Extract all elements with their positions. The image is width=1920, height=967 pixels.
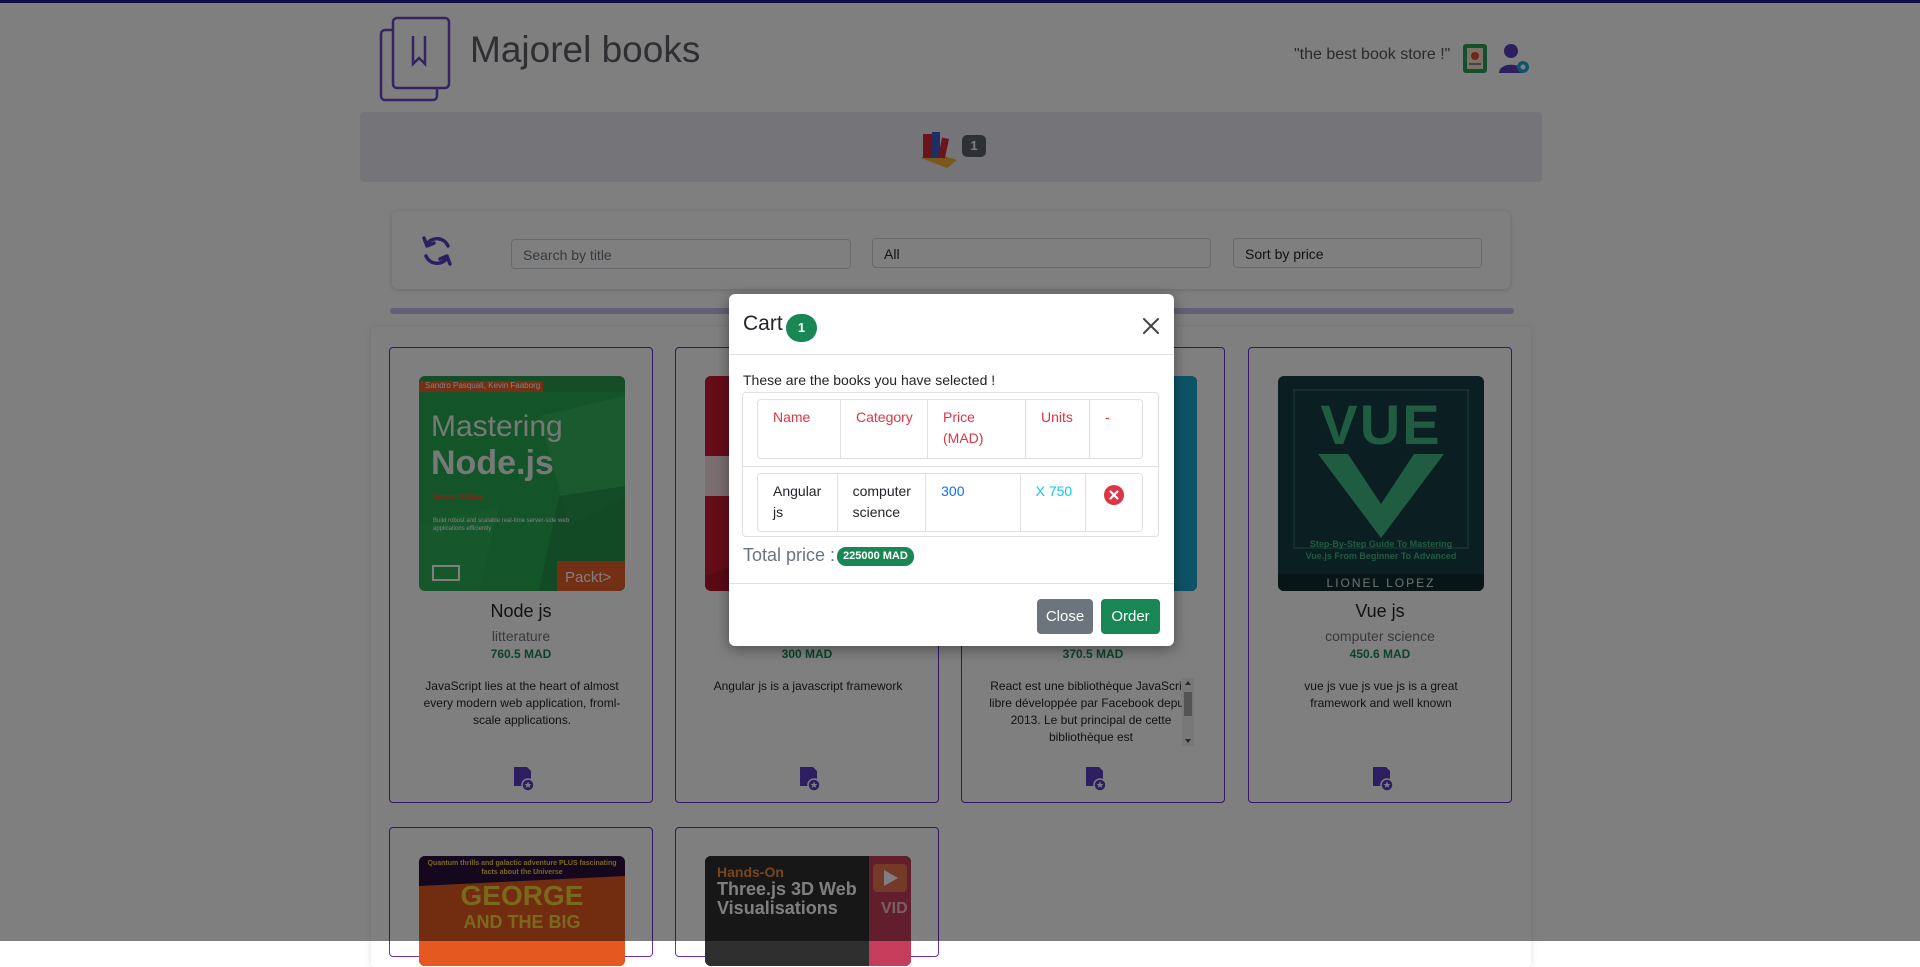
header-units: Units	[1026, 400, 1090, 458]
modal-footer-divider	[729, 583, 1174, 584]
modal-title: Cart	[743, 312, 783, 335]
order-button[interactable]: Order	[1101, 599, 1160, 634]
remove-item-icon[interactable]	[1103, 484, 1125, 506]
total-price-badge: 225000 MAD	[837, 547, 914, 566]
cart-table: Name Category Price (MAD) Units - Angula…	[742, 392, 1159, 537]
modal-header-divider	[729, 354, 1174, 355]
modal-count-badge: 1	[786, 314, 817, 342]
item-name: Angular js	[758, 474, 838, 531]
header-name: Name	[758, 400, 841, 458]
modal-intro: These are the books you have selected !	[743, 372, 996, 388]
item-price: 300	[926, 474, 1021, 531]
close-button[interactable]: Close	[1037, 599, 1093, 634]
item-units: X 750	[1021, 474, 1087, 531]
total-price-label: Total price :	[743, 545, 836, 565]
cart-table-header: Name Category Price (MAD) Units -	[757, 399, 1143, 459]
item-remove-cell	[1086, 474, 1142, 531]
table-row: Angular js computer science 300 X 750	[757, 473, 1143, 532]
table-divider	[743, 466, 1158, 467]
header-price: Price (MAD)	[928, 400, 1026, 458]
cart-modal: Cart 1 These are the books you have sele…	[729, 294, 1174, 646]
header-action: -	[1105, 409, 1110, 425]
header-category: Category	[841, 400, 928, 458]
close-icon[interactable]	[1139, 314, 1163, 338]
item-category: computer science	[838, 474, 927, 531]
